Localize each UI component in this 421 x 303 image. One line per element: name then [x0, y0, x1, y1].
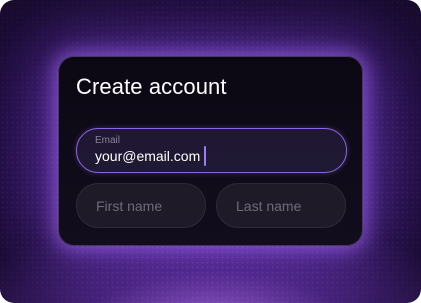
last-name-input[interactable]	[217, 184, 345, 227]
app-background: Create account Email your@email.com	[0, 0, 421, 303]
email-field[interactable]: Email your@email.com	[76, 128, 347, 173]
create-account-card: Create account Email your@email.com	[58, 56, 363, 246]
email-value-row: your@email.com	[95, 146, 207, 166]
form-title: Create account	[76, 74, 227, 99]
last-name-field[interactable]	[216, 183, 346, 228]
email-value[interactable]: your@email.com	[95, 148, 200, 164]
first-name-input[interactable]	[77, 184, 205, 227]
text-caret	[204, 146, 207, 166]
email-label: Email	[95, 135, 121, 146]
first-name-field[interactable]	[76, 183, 206, 228]
